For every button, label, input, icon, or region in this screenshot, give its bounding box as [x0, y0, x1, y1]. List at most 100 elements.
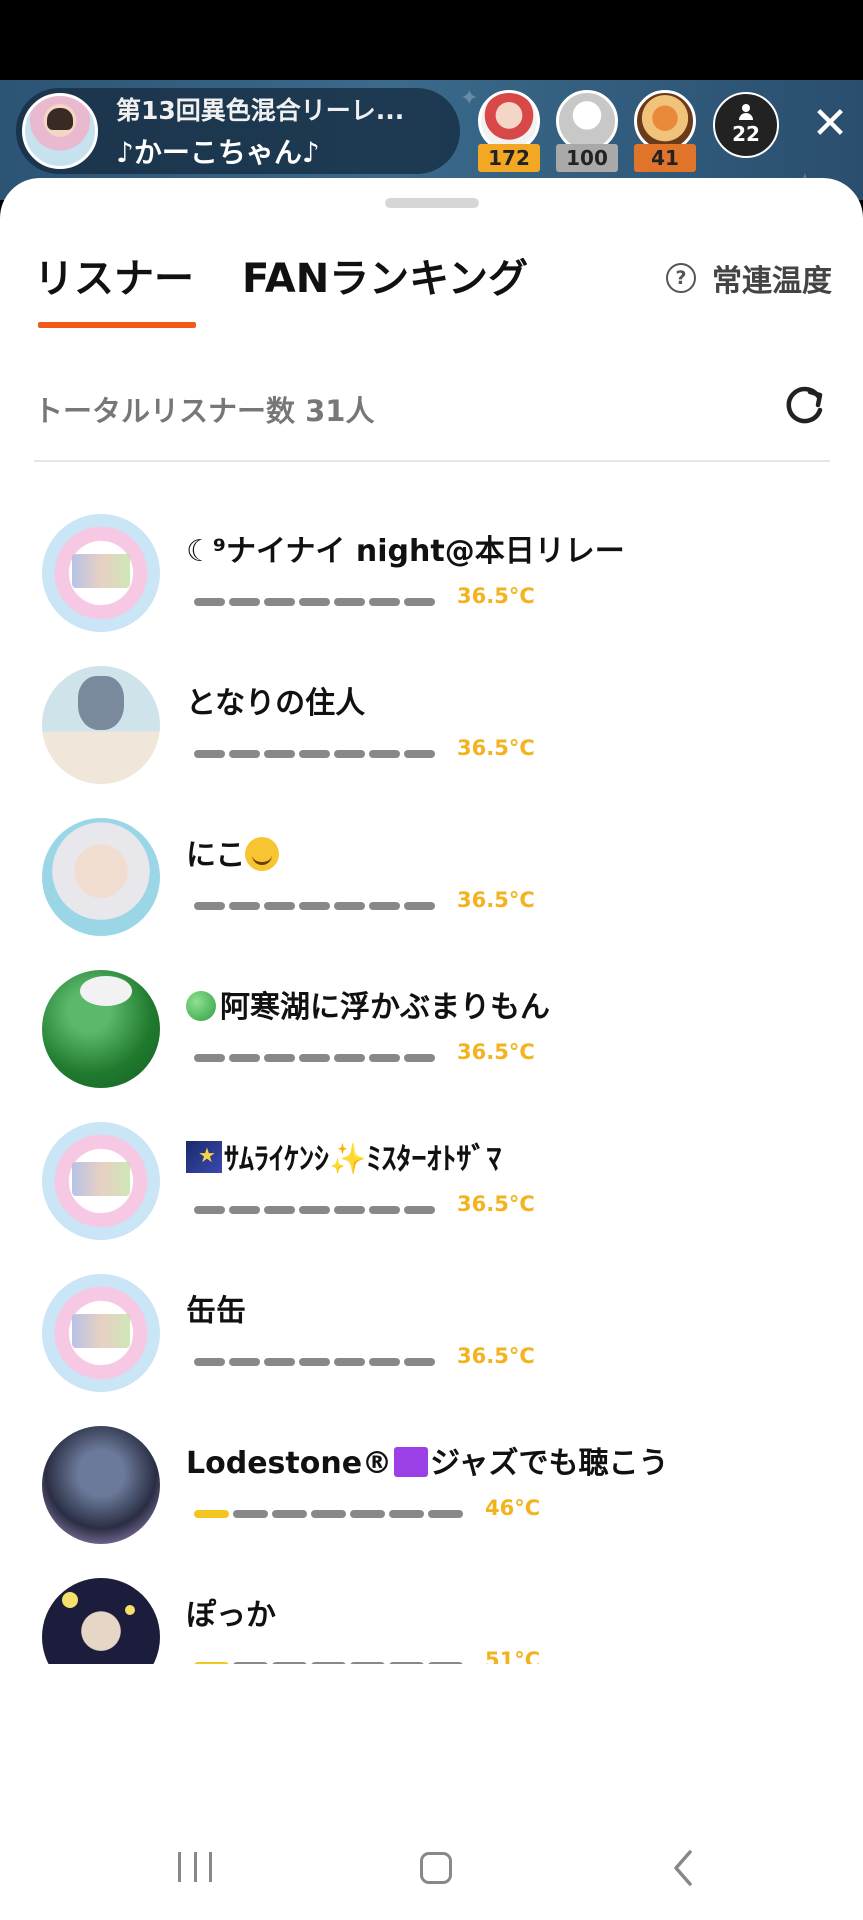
- temperature-segment: [404, 598, 435, 606]
- listener-row[interactable]: となりの住人 36.5°C: [0, 660, 863, 812]
- fan-badge-2[interactable]: 100: [556, 90, 618, 174]
- temperature-value: 36.5°C: [457, 584, 535, 608]
- listener-avatar[interactable]: [42, 970, 160, 1088]
- temperature-segment: [311, 1510, 346, 1518]
- listener-avatar[interactable]: [42, 514, 160, 632]
- temperature-segment: [299, 1054, 330, 1062]
- temperature-segment: [404, 1358, 435, 1366]
- temperature-segment: [369, 1206, 400, 1214]
- regular-temperature-help[interactable]: ? 常連温度: [666, 256, 832, 300]
- temperature-segment: [299, 1358, 330, 1366]
- listener-avatar[interactable]: [42, 1274, 160, 1392]
- temperature-segment: [334, 1206, 365, 1214]
- listener-list[interactable]: ☾⁹ナイナイ night@本日リレー 36.5°C となりの住人 36.5°C にこ 36…: [0, 508, 863, 1664]
- temperature-segment: [194, 1510, 229, 1518]
- temperature-segment: [299, 1206, 330, 1214]
- listener-row[interactable]: 阿寒湖に浮かぶまりもん 36.5°C: [0, 964, 863, 1116]
- temperature-segment: [194, 1662, 229, 1664]
- divider: [34, 460, 830, 462]
- listener-name: ぽっか: [186, 1598, 276, 1633]
- listener-name: 缶缶: [186, 1294, 246, 1329]
- temperature-segment: [229, 750, 260, 758]
- temperature-segment: [264, 750, 295, 758]
- listener-row[interactable]: にこ 36.5°C: [0, 812, 863, 964]
- temperature-segment: [299, 598, 330, 606]
- temperature-segment: [229, 1206, 260, 1214]
- purple-square-emoji-icon: [394, 1447, 429, 1477]
- temperature-segment: [272, 1510, 307, 1518]
- temperature-segment: [194, 1206, 225, 1214]
- listener-count-button[interactable]: 22: [713, 92, 779, 158]
- drag-handle[interactable]: [385, 198, 479, 208]
- close-button[interactable]: ✕: [808, 102, 852, 146]
- temperature-segment: [404, 1206, 435, 1214]
- temperature-value: 36.5°C: [457, 888, 535, 912]
- temperature-segment: [194, 1054, 225, 1062]
- listener-avatar[interactable]: [42, 1426, 160, 1544]
- temperature-segment: [428, 1510, 463, 1518]
- temperature-segment: [369, 750, 400, 758]
- question-icon: ?: [666, 263, 696, 293]
- listener-row[interactable]: ぽっか 51°C: [0, 1572, 863, 1664]
- listener-name: ☾⁹ナイナイ night@本日リレー: [186, 534, 625, 569]
- temperature-value: 46°C: [485, 1496, 541, 1520]
- temperature-segment: [334, 598, 365, 606]
- listener-row[interactable]: ｻﾑﾗｲｹﾝｼ✨ﾐｽﾀｰｵﾄｻﾞﾏ 36.5°C: [0, 1116, 863, 1268]
- regular-temperature-label: 常連温度: [712, 264, 832, 299]
- tab-fan-ranking[interactable]: FANランキング: [242, 246, 528, 304]
- back-button[interactable]: [668, 1848, 698, 1888]
- temperature-segment: [369, 1358, 400, 1366]
- listener-row[interactable]: ☾⁹ナイナイ night@本日リレー 36.5°C: [0, 508, 863, 660]
- temperature-segment: [428, 1662, 463, 1664]
- listener-row[interactable]: 缶缶 36.5°C: [0, 1268, 863, 1420]
- temperature-gauge: [194, 598, 439, 606]
- host-name: ♪かーこちゃん♪: [116, 136, 320, 169]
- temperature-segment: [334, 750, 365, 758]
- system-nav-bar: [0, 1820, 863, 1920]
- temperature-segment: [264, 902, 295, 910]
- temperature-segment: [264, 598, 295, 606]
- temperature-value: 51°C: [485, 1648, 541, 1664]
- listener-avatar[interactable]: [42, 666, 160, 784]
- host-info-pill[interactable]: 第13回異色混合リーレ... ♪かーこちゃん♪: [16, 88, 460, 174]
- listener-row[interactable]: Lodestone® ジャズでも聴こう 46°C: [0, 1420, 863, 1572]
- fan-badge-3[interactable]: 41: [634, 90, 696, 174]
- listener-count: 22: [732, 122, 760, 146]
- temperature-segment: [264, 1358, 295, 1366]
- listener-name: となりの住人: [186, 686, 366, 721]
- temperature-gauge: [194, 750, 439, 758]
- temperature-segment: [369, 1054, 400, 1062]
- temperature-segment: [194, 598, 225, 606]
- listener-sheet: リスナー FANランキング ? 常連温度 トータルリスナー数 31人 ☾⁹ナイナ…: [0, 178, 863, 1820]
- temperature-segment: [369, 598, 400, 606]
- night-sky-emoji-icon: [186, 1141, 222, 1173]
- home-button[interactable]: [420, 1852, 452, 1884]
- temperature-segment: [389, 1510, 424, 1518]
- temperature-gauge: [194, 1358, 439, 1366]
- listener-avatar[interactable]: [42, 818, 160, 936]
- temperature-segment: [272, 1662, 307, 1664]
- host-avatar[interactable]: [22, 93, 98, 169]
- temperature-segment: [233, 1662, 268, 1664]
- live-title: 第13回異色混合リーレ...: [116, 96, 405, 125]
- temperature-segment: [334, 1358, 365, 1366]
- temperature-segment: [311, 1662, 346, 1664]
- temperature-value: 36.5°C: [457, 1344, 535, 1368]
- temperature-segment: [194, 1358, 225, 1366]
- tab-listener[interactable]: リスナー: [34, 246, 194, 304]
- temperature-segment: [229, 902, 260, 910]
- temperature-value: 36.5°C: [457, 1192, 535, 1216]
- temperature-gauge: [194, 1206, 439, 1214]
- temperature-segment: [334, 902, 365, 910]
- temperature-segment: [264, 1206, 295, 1214]
- refresh-icon[interactable]: [780, 382, 828, 430]
- temperature-segment: [404, 1054, 435, 1062]
- recent-apps-button[interactable]: [178, 1852, 212, 1886]
- temperature-segment: [404, 902, 435, 910]
- temperature-segment: [350, 1662, 385, 1664]
- temperature-gauge: [194, 1510, 467, 1518]
- listener-avatar[interactable]: [42, 1578, 160, 1664]
- temperature-gauge: [194, 902, 439, 910]
- fan-badge-1[interactable]: 172: [478, 90, 540, 174]
- listener-avatar[interactable]: [42, 1122, 160, 1240]
